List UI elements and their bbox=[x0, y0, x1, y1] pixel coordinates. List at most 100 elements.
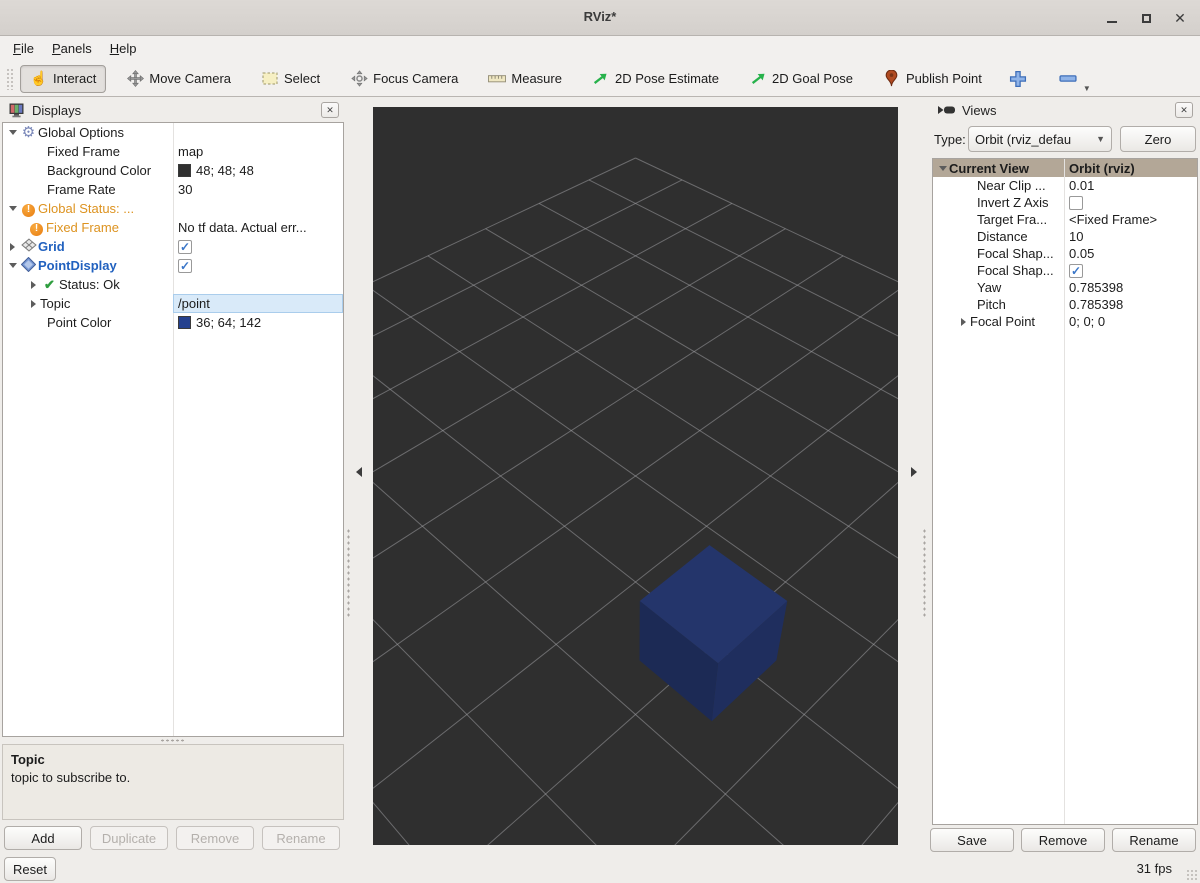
maximize-icon bbox=[1142, 14, 1151, 23]
views-row-focal-point[interactable]: Focal Point0; 0; 0 bbox=[933, 313, 1197, 330]
maximize-button[interactable] bbox=[1134, 6, 1158, 30]
pin-icon bbox=[883, 70, 901, 87]
checkbox-checked[interactable]: ✓ bbox=[178, 240, 192, 254]
tool-publish-point-button[interactable]: Publish Point bbox=[873, 65, 992, 93]
checkbox-checked[interactable]: ✓ bbox=[1069, 264, 1083, 278]
property-value[interactable] bbox=[173, 123, 343, 142]
checkbox-unchecked[interactable] bbox=[1069, 196, 1083, 210]
expander-open-icon[interactable] bbox=[6, 206, 19, 211]
reset-button[interactable]: Reset bbox=[4, 857, 56, 881]
left-pane-splitter[interactable] bbox=[344, 98, 373, 845]
property-value[interactable]: 30 bbox=[173, 180, 343, 199]
close-window-button[interactable]: ✕ bbox=[1168, 6, 1192, 30]
displays-row-fixed-frame[interactable]: !Fixed FrameNo tf data. Actual err... bbox=[3, 218, 343, 237]
remove-tool-button[interactable]: ▼ bbox=[1052, 65, 1084, 93]
property-value[interactable]: ✓ bbox=[173, 256, 343, 275]
collapse-right-pane-arrow[interactable] bbox=[911, 467, 917, 477]
property-value[interactable]: <Fixed Frame> bbox=[1064, 211, 1197, 228]
tool-select-button[interactable]: Select bbox=[251, 65, 330, 93]
tool-interact-button[interactable]: ☝Interact bbox=[20, 65, 106, 93]
minus-icon bbox=[1059, 70, 1077, 87]
displays-row-topic[interactable]: Topic/point bbox=[3, 294, 343, 313]
button-label: Duplicate bbox=[102, 831, 156, 846]
expander-closed-icon[interactable] bbox=[27, 300, 40, 308]
displays-panel-close-button[interactable]: ✕ bbox=[321, 102, 339, 118]
value-text: 0.01 bbox=[1069, 178, 1094, 193]
views-row-focal-shap-[interactable]: Focal Shap... 0.05 bbox=[933, 245, 1197, 262]
views-row-target-fra-[interactable]: Target Fra...<Fixed Frame> bbox=[933, 211, 1197, 228]
displays-splitter-handle[interactable] bbox=[160, 739, 186, 742]
views-row-yaw[interactable]: Yaw0.785398 bbox=[933, 279, 1197, 296]
property-value[interactable]: 10 bbox=[1064, 228, 1197, 245]
window-resize-grip[interactable] bbox=[1186, 869, 1198, 881]
property-label: Global Options bbox=[38, 125, 124, 140]
views-save-button[interactable]: Save bbox=[930, 828, 1014, 852]
expander-closed-icon[interactable] bbox=[6, 243, 19, 251]
property-value[interactable]: 0.785398 bbox=[1064, 279, 1197, 296]
expander-closed-icon[interactable] bbox=[27, 281, 40, 289]
displays-add-button[interactable]: Add bbox=[4, 826, 82, 850]
property-value[interactable]: Orbit (rviz) bbox=[1064, 159, 1197, 177]
toolbar-drag-handle[interactable] bbox=[6, 68, 13, 90]
property-value[interactable]: No tf data. Actual err... bbox=[173, 218, 343, 237]
property-value[interactable]: 36; 64; 142 bbox=[173, 313, 343, 332]
property-label: Focal Shap... bbox=[977, 246, 1054, 261]
right-pane-splitter[interactable] bbox=[898, 98, 930, 845]
checkbox-checked[interactable]: ✓ bbox=[178, 259, 192, 273]
property-value[interactable] bbox=[173, 275, 343, 294]
zero-button[interactable]: Zero bbox=[1120, 126, 1196, 152]
menu-file[interactable]: File bbox=[4, 38, 43, 59]
views-row-distance[interactable]: Distance10 bbox=[933, 228, 1197, 245]
expander-open-icon[interactable] bbox=[6, 263, 19, 268]
displays-row-point-color[interactable]: Point Color36; 64; 142 bbox=[3, 313, 343, 332]
property-value[interactable]: ✓ bbox=[173, 237, 343, 256]
property-value[interactable]: ✓ bbox=[1064, 262, 1197, 279]
tool-move-camera-button[interactable]: Move Camera bbox=[116, 65, 241, 93]
views-row-invert-z-axis[interactable]: Invert Z Axis bbox=[933, 194, 1197, 211]
minimize-button[interactable] bbox=[1100, 6, 1124, 30]
view-type-dropdown[interactable]: Orbit (rviz_defau ▼ bbox=[968, 126, 1112, 152]
views-rename-button[interactable]: Rename bbox=[1112, 828, 1196, 852]
expander-open-icon[interactable] bbox=[6, 130, 19, 135]
property-value[interactable] bbox=[173, 199, 343, 218]
collapse-left-pane-arrow[interactable] bbox=[356, 467, 362, 477]
menu-help[interactable]: Help bbox=[101, 38, 146, 59]
titlebar[interactable]: RViz* ✕ bbox=[0, 0, 1200, 36]
value-text: 48; 48; 48 bbox=[196, 163, 254, 178]
menu-panels[interactable]: Panels bbox=[43, 38, 101, 59]
property-value[interactable]: 48; 48; 48 bbox=[173, 161, 343, 180]
tool-focus-camera-button[interactable]: Focus Camera bbox=[340, 65, 468, 93]
expander-open-icon[interactable] bbox=[936, 166, 949, 171]
views-panel-close-button[interactable]: ✕ bbox=[1175, 102, 1193, 118]
displays-remove-button: Remove bbox=[176, 826, 254, 850]
displays-row-status-ok[interactable]: ✔Status: Ok bbox=[3, 275, 343, 294]
displays-row-global-options[interactable]: ⚙Global Options bbox=[3, 123, 343, 142]
views-panel-header[interactable]: Views ✕ bbox=[932, 98, 1198, 122]
views-row-near-clip-[interactable]: Near Clip ...0.01 bbox=[933, 177, 1197, 194]
property-value[interactable]: 0.785398 bbox=[1064, 296, 1197, 313]
expander-closed-icon[interactable] bbox=[957, 318, 970, 326]
displays-panel-header[interactable]: Displays ✕ bbox=[2, 98, 344, 122]
property-value[interactable] bbox=[1064, 194, 1197, 211]
property-value[interactable]: 0.05 bbox=[1064, 245, 1197, 262]
property-value[interactable]: map bbox=[173, 142, 343, 161]
views-row-current-view[interactable]: Current ViewOrbit (rviz) bbox=[933, 159, 1197, 177]
displays-row-fixed-frame[interactable]: Fixed Framemap bbox=[3, 142, 343, 161]
displays-row-frame-rate[interactable]: Frame Rate30 bbox=[3, 180, 343, 199]
views-remove-button[interactable]: Remove bbox=[1021, 828, 1105, 852]
tool-2d-goal-pose-button[interactable]: 2D Goal Pose bbox=[739, 65, 863, 93]
tool-measure-button[interactable]: Measure bbox=[478, 65, 572, 93]
3d-viewport[interactable] bbox=[373, 107, 898, 845]
displays-row-grid[interactable]: Grid✓ bbox=[3, 237, 343, 256]
add-tool-button[interactable] bbox=[1002, 65, 1034, 93]
property-value[interactable]: 0; 0; 0 bbox=[1064, 313, 1197, 330]
property-value[interactable]: 0.01 bbox=[1064, 177, 1197, 194]
tool-2d-pose-estimate-button[interactable]: 2D Pose Estimate bbox=[582, 65, 729, 93]
property-value[interactable]: /point bbox=[173, 294, 343, 313]
displays-row-pointdisplay[interactable]: PointDisplay✓ bbox=[3, 256, 343, 275]
views-row-pitch[interactable]: Pitch0.785398 bbox=[933, 296, 1197, 313]
displays-row-global-status-[interactable]: !Global Status: ... bbox=[3, 199, 343, 218]
views-row-focal-shap-[interactable]: Focal Shap...✓ bbox=[933, 262, 1197, 279]
tool-dropdown-arrow-icon[interactable]: ▼ bbox=[1083, 84, 1091, 93]
displays-row-background-color[interactable]: Background Color48; 48; 48 bbox=[3, 161, 343, 180]
